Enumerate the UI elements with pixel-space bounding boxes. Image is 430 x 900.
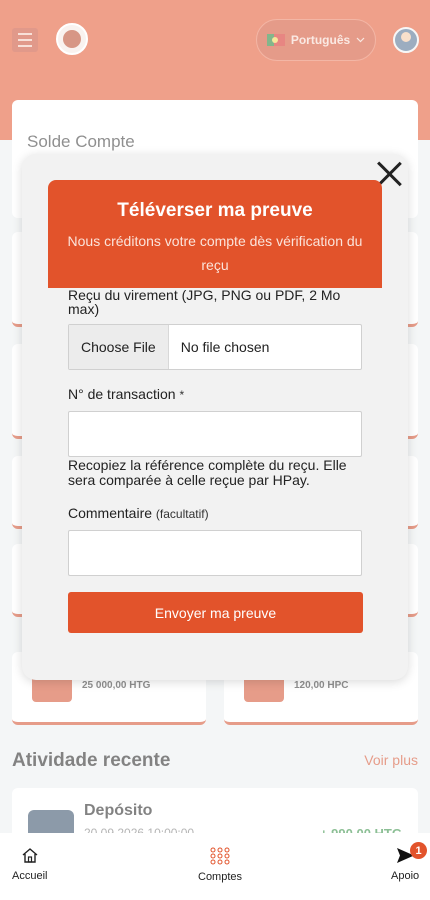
grid-dots-icon [210, 847, 230, 865]
modal-title: Téléverser ma preuve [117, 200, 313, 221]
transaction-label: N° de transaction * [68, 387, 184, 402]
comment-optional: (facultatif) [155, 507, 209, 521]
nav-accounts[interactable]: Comptes [198, 847, 242, 883]
transaction-label-text: N° de transaction [68, 386, 176, 402]
nav-home-label: Accueil [12, 870, 48, 882]
receipt-file-input[interactable]: Choose File No file chosen [68, 324, 362, 370]
modal-subtitle: Nous créditons votre compte dès vérifica… [67, 233, 363, 273]
comment-label: Commentaire (facultatif) [68, 506, 209, 521]
upload-proof-modal: Téléverser ma preuve Nous créditons votr… [22, 154, 408, 680]
comment-label-text: Commentaire [68, 505, 153, 521]
receipt-label: Reçu du virement (JPG, PNG ou PDF, 2 Mo … [68, 287, 341, 317]
submit-proof-button[interactable]: Envoyer ma preuve [68, 592, 363, 633]
notification-badge: 1 [410, 842, 427, 859]
required-mark: * [179, 388, 185, 402]
transaction-hint: Recopiez la référence complète du reçu. … [68, 457, 347, 488]
bottom-nav: Accueil Comptes Apoio [0, 833, 430, 900]
transaction-input[interactable] [68, 411, 362, 457]
home-icon [22, 848, 38, 863]
nav-accounts-label: Comptes [198, 871, 243, 883]
file-status: No file chosen [180, 339, 270, 355]
choose-file-button[interactable]: Choose File [69, 325, 169, 369]
modal-header: Téléverser ma preuve Nous créditons votr… [48, 180, 382, 288]
nav-home[interactable]: Accueil [12, 847, 47, 882]
comment-input[interactable] [68, 530, 362, 576]
nav-support-label: Apoio [391, 870, 420, 882]
